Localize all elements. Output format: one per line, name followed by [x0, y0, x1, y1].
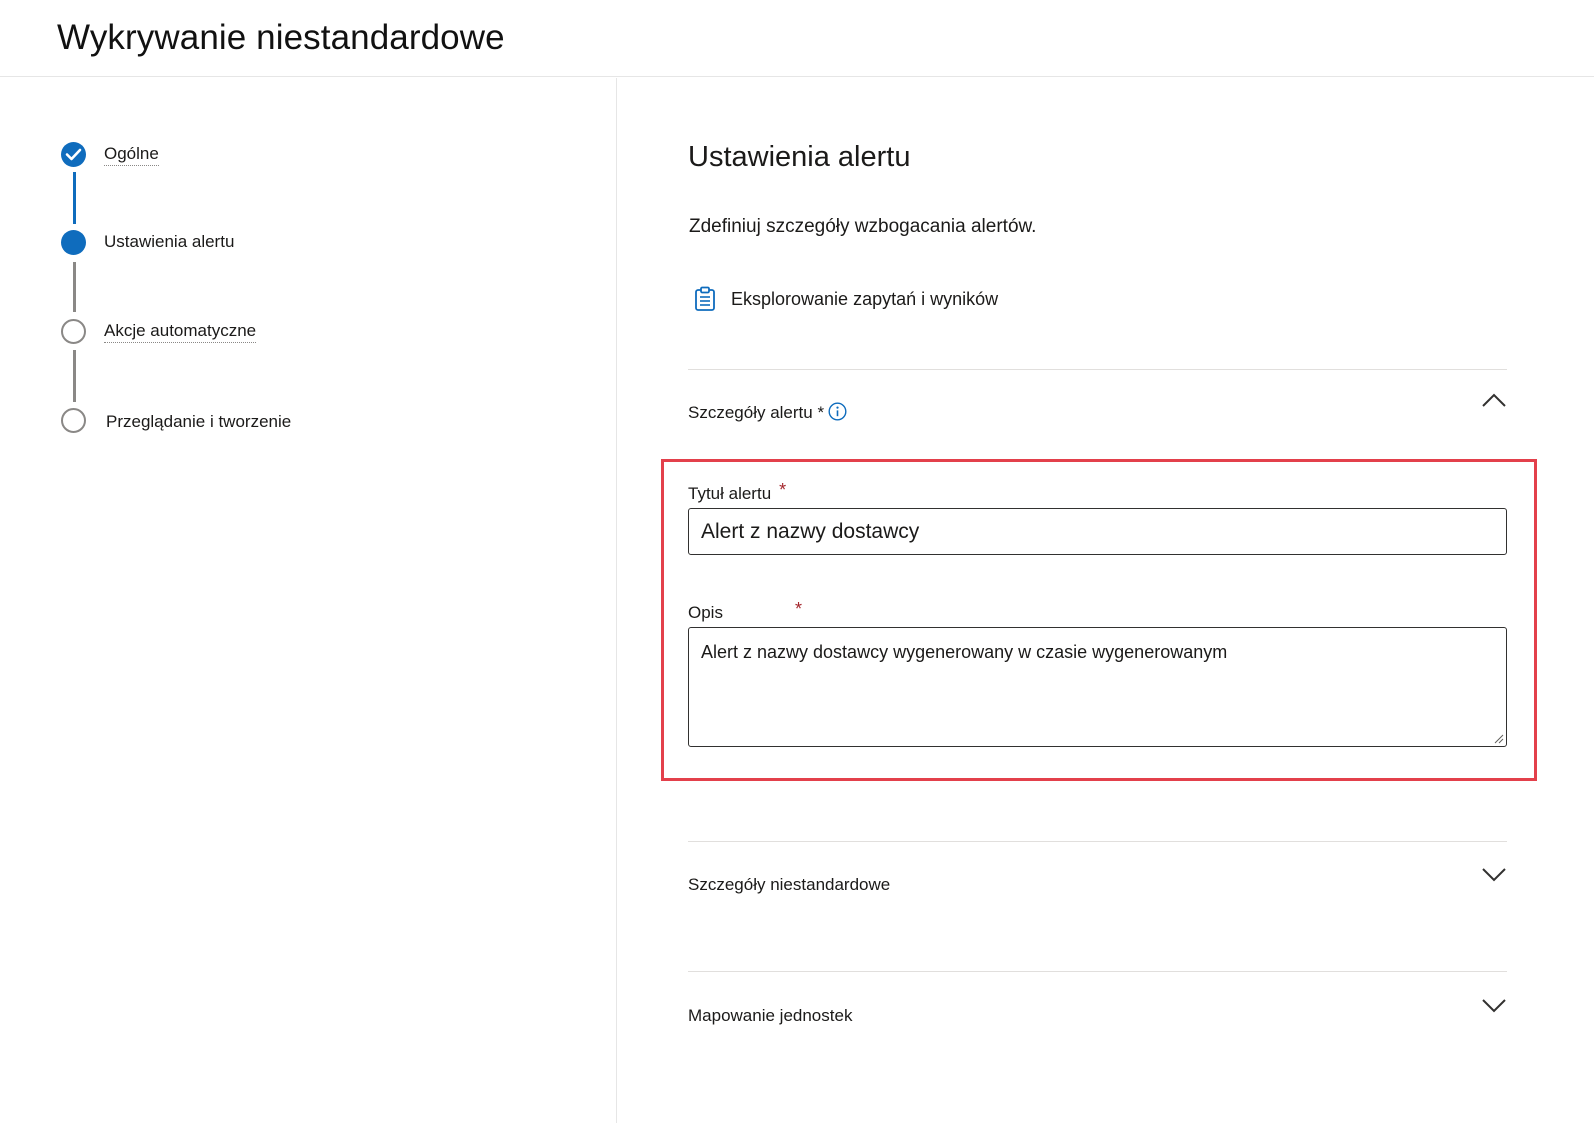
required-marker: * [779, 480, 787, 500]
section-title: Ustawienia alertu [688, 141, 911, 173]
chevron-up-icon[interactable] [1481, 392, 1507, 408]
custom-details-label: Szczegóły niestandardowe [688, 875, 891, 894]
explore-query-results-link[interactable]: Eksplorowanie zapytań i wyników [694, 285, 998, 313]
description-label-text: Opis [688, 603, 723, 622]
resize-handle-icon[interactable] [1493, 733, 1504, 744]
pane-divider [616, 78, 617, 1123]
step-label: Ustawienia alertu [104, 232, 235, 251]
required-marker: * [817, 403, 825, 422]
chevron-down-icon[interactable] [1481, 997, 1507, 1013]
alert-title-input[interactable] [688, 508, 1507, 555]
step-connector [73, 172, 76, 224]
section-divider [688, 369, 1507, 370]
section-divider [688, 841, 1507, 842]
section-description: Zdefiniuj szczegóły wzbogacania alertów. [689, 216, 1037, 237]
step-label: Ogólne [104, 144, 159, 166]
required-marker: * [794, 599, 802, 619]
step-upcoming-icon [61, 408, 86, 433]
step-upcoming-icon [61, 319, 86, 344]
section-divider [688, 971, 1507, 972]
alert-details-text: Szczegóły alertu [688, 403, 813, 422]
step-connector [73, 350, 76, 402]
step-completed-icon [61, 142, 86, 167]
step-label: Przeglądanie i tworzenie [106, 412, 292, 431]
alert-details-label: Szczegóły alertu * [688, 402, 847, 423]
info-icon[interactable] [828, 402, 847, 421]
custom-details-accordion-header[interactable]: Szczegóły niestandardowe [688, 862, 1507, 902]
step-connector [73, 262, 76, 312]
custom-detection-wizard: Wykrywanie niestandardowe Ogólne Ustawie… [0, 0, 1594, 1123]
page-title: Wykrywanie niestandardowe [57, 18, 505, 57]
page-header: Wykrywanie niestandardowe [0, 0, 1594, 77]
alert-title-label: Tytuł alertu * [688, 480, 786, 504]
alert-title-label-text: Tytuł alertu [688, 484, 772, 503]
description-label: Opis * [688, 599, 802, 623]
step-current-icon [61, 230, 86, 255]
clipboard-icon [695, 286, 715, 311]
alert-details-accordion-header[interactable]: Szczegóły alertu * [688, 390, 1507, 430]
chevron-down-icon[interactable] [1481, 866, 1507, 882]
description-textarea[interactable]: Alert z nazwy dostawcy wygenerowany w cz… [688, 627, 1507, 747]
step-label: Akcje automatyczne [104, 321, 257, 343]
entity-mapping-accordion-header[interactable]: Mapowanie jednostek [688, 993, 1507, 1033]
explore-link-label: Eksplorowanie zapytań i wyników [731, 288, 999, 309]
entity-mapping-label: Mapowanie jednostek [688, 1006, 853, 1025]
